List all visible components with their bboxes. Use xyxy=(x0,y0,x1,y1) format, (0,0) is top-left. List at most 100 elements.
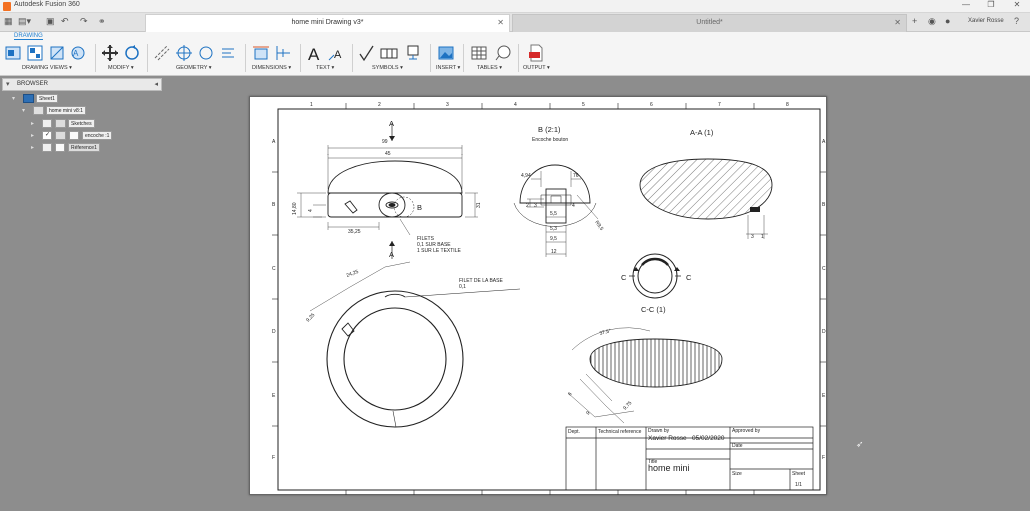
body-icon xyxy=(69,131,79,140)
group-tables[interactable]: TABLES ▾ xyxy=(477,65,502,71)
collapse-icon[interactable]: ▾ xyxy=(6,80,10,88)
section-mark-bottom: A xyxy=(389,250,394,259)
svg-text:2: 2 xyxy=(378,102,381,108)
group-dimensions[interactable]: DIMENSIONS ▾ xyxy=(252,65,291,71)
dim-9-25: 9,25 xyxy=(305,312,316,323)
ordinate-dimension-icon[interactable] xyxy=(274,44,292,62)
eye-icon[interactable] xyxy=(55,131,66,140)
move-icon[interactable] xyxy=(101,44,119,62)
group-symbols[interactable]: SYMBOLS ▾ xyxy=(372,65,403,71)
centerline-icon[interactable] xyxy=(153,44,171,62)
detail-callout-b: B xyxy=(417,203,422,212)
group-output[interactable]: OUTPUT ▾ xyxy=(523,65,550,71)
link-icon[interactable]: ⚭ xyxy=(98,16,106,27)
save-icon[interactable]: ▣ xyxy=(46,16,55,27)
group-text[interactable]: TEXT ▾ xyxy=(316,65,334,71)
text-icon[interactable]: A xyxy=(306,44,324,62)
file-menu-icon[interactable]: ▤▾ xyxy=(18,16,31,27)
tb-label-approved: Approved by xyxy=(732,428,761,434)
dim-24-25: 24,25 xyxy=(346,269,360,279)
base-view-icon[interactable] xyxy=(4,44,22,62)
expand-icon[interactable]: ▸ xyxy=(31,144,34,151)
maximize-button[interactable]: ❐ xyxy=(980,0,1002,9)
drawing-canvas[interactable]: ▾ BROWSER ◂ ▾ Sheet1 ▾ home mini v8:1 ▸ … xyxy=(0,76,1030,511)
browser-node-component[interactable]: home mini v8:1 xyxy=(46,106,86,115)
section-mark-c-right: C xyxy=(686,273,692,282)
detail-view-icon[interactable]: A xyxy=(70,44,88,62)
close-icon[interactable]: ✕ xyxy=(497,18,504,27)
close-icon[interactable]: ✕ xyxy=(894,18,901,27)
group-drawing-views[interactable]: DRAWING VIEWS ▾ xyxy=(22,65,72,71)
component-icon xyxy=(33,106,44,115)
checked-checkbox[interactable]: ✓ xyxy=(42,131,52,140)
insert-image-icon[interactable] xyxy=(437,44,455,62)
dimension-icon[interactable] xyxy=(252,44,270,62)
detail-b-subtitle: Encoche bouton xyxy=(532,137,568,143)
tb-label-dept: Dept. xyxy=(568,429,580,435)
svg-text:D: D xyxy=(822,329,826,335)
dim-r9-5: R9,5 xyxy=(593,220,604,232)
visibility-checkbox[interactable] xyxy=(42,143,52,152)
minimize-button[interactable]: — xyxy=(955,0,977,9)
workspace-label[interactable]: DRAWING xyxy=(14,33,43,40)
svg-text:A: A xyxy=(272,139,276,145)
balloon-icon[interactable] xyxy=(494,44,512,62)
help-icon[interactable]: ? xyxy=(1014,16,1019,26)
tab-home-mini-drawing[interactable]: home mini Drawing v3* ✕ xyxy=(145,14,510,32)
browser-panel-header[interactable]: ▾ BROWSER ◂ xyxy=(2,78,162,91)
section-view-icon[interactable] xyxy=(48,44,66,62)
divider xyxy=(352,44,353,72)
browser-node-sheet[interactable]: Sheet1 xyxy=(36,94,58,103)
dim-4-94: 4,94 xyxy=(521,173,531,179)
visibility-checkbox[interactable] xyxy=(42,119,52,128)
svg-text:C: C xyxy=(272,266,276,272)
section-c-c[interactable] xyxy=(629,253,681,299)
top-view[interactable] xyxy=(309,261,521,428)
expand-icon[interactable]: ▾ xyxy=(22,107,25,114)
section-view-vertical[interactable] xyxy=(589,338,723,388)
notifications-icon[interactable]: ● xyxy=(945,16,950,26)
section-a-a-dims xyxy=(746,215,768,239)
group-geometry[interactable]: GEOMETRY ▾ xyxy=(176,65,212,71)
feature-control-frame-icon[interactable] xyxy=(380,44,398,62)
browser-node-sketches[interactable]: Sketches xyxy=(68,119,95,128)
user-name[interactable]: Xavier Rosse xyxy=(968,18,1004,24)
group-modify[interactable]: MODIFY ▾ xyxy=(108,65,134,71)
new-tab-icon[interactable]: + xyxy=(912,16,917,26)
group-insert[interactable]: INSERT ▾ xyxy=(436,65,460,71)
body-icon xyxy=(55,143,65,152)
redo-icon[interactable]: ↷ xyxy=(80,16,88,27)
tab-untitled[interactable]: Untitled* ✕ xyxy=(512,14,907,32)
center-mark-icon[interactable] xyxy=(175,44,193,62)
expand-icon[interactable]: ▸ xyxy=(31,120,34,127)
browser-node-encoche[interactable]: encoche :1 xyxy=(82,131,113,140)
dim-35-25: 35,25 xyxy=(348,229,361,235)
tab-label: Untitled* xyxy=(696,19,723,26)
expand-icon[interactable]: ▾ xyxy=(12,95,15,102)
center-pattern-icon[interactable] xyxy=(197,44,215,62)
undo-icon[interactable]: ↶ xyxy=(61,16,69,27)
expand-icon[interactable]: ▸ xyxy=(31,132,34,139)
dim-9-5: 9,5 xyxy=(550,236,557,242)
surface-texture-icon[interactable] xyxy=(358,44,376,62)
pdf-output-icon[interactable] xyxy=(527,44,545,62)
dim-4: 4 xyxy=(308,209,314,212)
rotate-icon[interactable] xyxy=(123,44,141,62)
fillet-note-line3: 1 SUR LE TEXTILE xyxy=(417,248,461,254)
edge-extension-icon[interactable] xyxy=(219,44,237,62)
browser-node-reference[interactable]: Réference1 xyxy=(68,143,100,152)
grid-menu-icon[interactable]: ▦ xyxy=(4,16,13,27)
close-window-button[interactable]: ✕ xyxy=(1006,0,1028,9)
pin-icon[interactable]: ◂ xyxy=(154,80,158,88)
divider xyxy=(463,44,464,72)
projected-view-icon[interactable] xyxy=(26,44,44,62)
datum-identifier-icon[interactable] xyxy=(404,44,422,62)
job-status-icon[interactable]: ◉ xyxy=(928,16,936,27)
drawing-sheet[interactable]: A B C D E F A B C D E F 1 2 3 4 5 6 7 8 … xyxy=(249,96,827,495)
table-icon[interactable] xyxy=(470,44,488,62)
leader-text-icon[interactable]: A xyxy=(328,44,346,62)
divider xyxy=(245,44,246,72)
title-block[interactable] xyxy=(565,426,814,491)
dim-31: 31 xyxy=(476,202,482,208)
svg-text:1: 1 xyxy=(310,102,313,108)
